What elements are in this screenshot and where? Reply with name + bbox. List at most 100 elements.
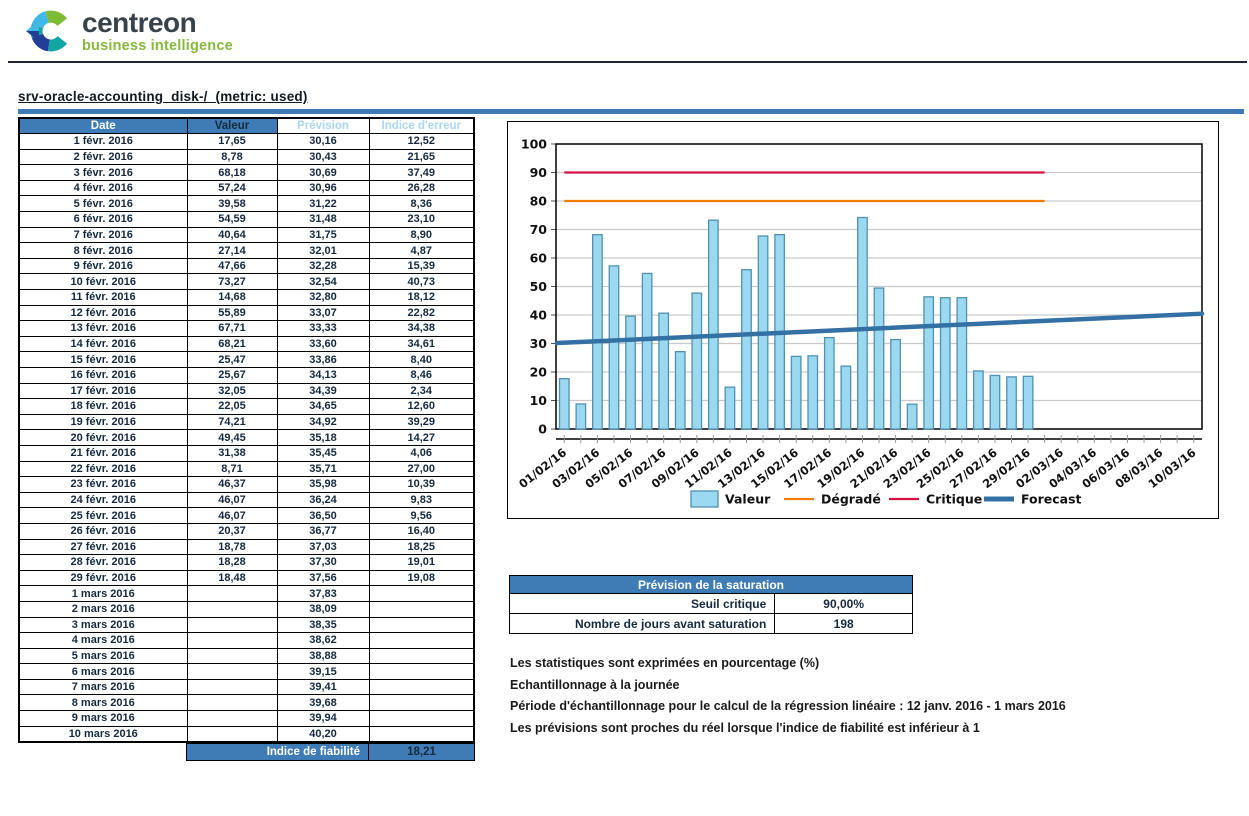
legend-label: Forecast: [1021, 492, 1082, 507]
table-row: 24 févr. 201646,0736,249,83: [19, 492, 474, 508]
table-row: 2 févr. 20168,7830,4321,65: [19, 149, 474, 165]
cell-date: 23 févr. 2016: [19, 477, 187, 493]
cell-date: 17 févr. 2016: [19, 383, 187, 399]
cell-valeur: 49,45: [187, 430, 277, 446]
table-row: 14 févr. 201668,2133,6034,61: [19, 336, 474, 352]
cell-erreur: 40,73: [369, 274, 474, 290]
table-row: 9 mars 201639,94: [19, 711, 474, 727]
cell-prevision: 40,20: [277, 726, 369, 742]
cell-valeur: 18,78: [187, 539, 277, 555]
cell-date: 4 févr. 2016: [19, 180, 187, 196]
cell-prevision: 34,39: [277, 383, 369, 399]
value-bar: [891, 340, 901, 429]
value-bar: [924, 297, 934, 429]
cell-prevision: 33,07: [277, 305, 369, 321]
cell-prevision: 39,41: [277, 679, 369, 695]
col-header-date: Date: [19, 118, 187, 134]
cell-valeur: 8,71: [187, 461, 277, 477]
cell-valeur: 22,05: [187, 399, 277, 415]
cell-date: 7 févr. 2016: [19, 227, 187, 243]
cell-date: 9 févr. 2016: [19, 258, 187, 274]
table-row: 18 févr. 201622,0534,6512,60: [19, 399, 474, 415]
saturation-table: Prévision de la saturation Seuil critiqu…: [509, 575, 913, 634]
cell-valeur: [187, 617, 277, 633]
table-row: 26 févr. 201620,3736,7716,40: [19, 523, 474, 539]
table-row: 10 mars 201640,20: [19, 726, 474, 742]
cell-erreur: [369, 695, 474, 711]
cell-date: 20 févr. 2016: [19, 430, 187, 446]
value-bar: [742, 270, 752, 429]
table-row: 23 févr. 201646,3735,9810,39: [19, 477, 474, 493]
cell-erreur: 10,39: [369, 477, 474, 493]
cell-date: 21 févr. 2016: [19, 445, 187, 461]
cell-valeur: 46,07: [187, 508, 277, 524]
cell-date: 7 mars 2016: [19, 679, 187, 695]
report-body: Date Valeur Prévision Indice d'erreur 1 …: [18, 117, 1244, 816]
cell-erreur: [369, 648, 474, 664]
cell-prevision: 34,65: [277, 399, 369, 415]
cell-valeur: [187, 633, 277, 649]
value-bar: [990, 375, 1000, 429]
table-row: 8 févr. 201627,1432,014,87: [19, 243, 474, 259]
value-bar: [675, 352, 685, 429]
cell-valeur: 8,78: [187, 149, 277, 165]
value-bar: [609, 266, 619, 429]
cell-erreur: 22,82: [369, 305, 474, 321]
cell-erreur: 15,39: [369, 258, 474, 274]
y-axis-label: 70: [530, 222, 548, 237]
cell-date: 16 févr. 2016: [19, 368, 187, 384]
cell-prevision: 35,71: [277, 461, 369, 477]
cell-erreur: [369, 617, 474, 633]
cell-valeur: 57,24: [187, 180, 277, 196]
cell-erreur: 16,40: [369, 523, 474, 539]
col-header-erreur: Indice d'erreur: [369, 118, 474, 134]
cell-date: 2 févr. 2016: [19, 149, 187, 165]
y-axis-label: 30: [530, 336, 548, 351]
cell-erreur: [369, 586, 474, 602]
cell-date: 29 févr. 2016: [19, 570, 187, 586]
cell-date: 2 mars 2016: [19, 601, 187, 617]
table-row: Seuil critique 90,00%: [510, 594, 913, 614]
cell-prevision: 30,16: [277, 134, 369, 150]
cell-valeur: 18,48: [187, 570, 277, 586]
value-bar: [692, 293, 702, 429]
cell-erreur: [369, 726, 474, 742]
value-bar: [941, 298, 951, 429]
col-header-prevision: Prévision: [277, 118, 369, 134]
cell-valeur: 25,47: [187, 352, 277, 368]
cell-erreur: 9,83: [369, 492, 474, 508]
table-row: 16 févr. 201625,6734,138,46: [19, 368, 474, 384]
note-line: Echantillonnage à la journée: [510, 675, 1230, 697]
cell-erreur: 8,36: [369, 196, 474, 212]
table-row: 13 févr. 201667,7133,3334,38: [19, 321, 474, 337]
table-row: 25 févr. 201646,0736,509,56: [19, 508, 474, 524]
value-bar: [560, 379, 570, 429]
cell-prevision: 32,54: [277, 274, 369, 290]
cell-valeur: [187, 726, 277, 742]
legend-label: Dégradé: [821, 492, 881, 507]
cell-valeur: 67,71: [187, 321, 277, 337]
value-bar: [791, 356, 801, 429]
cell-prevision: 35,98: [277, 477, 369, 493]
cell-erreur: 19,01: [369, 555, 474, 571]
cell-erreur: 4,06: [369, 445, 474, 461]
cell-erreur: 12,60: [369, 399, 474, 415]
cell-erreur: 21,65: [369, 149, 474, 165]
cell-prevision: 39,68: [277, 695, 369, 711]
y-axis-label: 0: [538, 422, 547, 437]
cell-prevision: 30,69: [277, 165, 369, 181]
cell-erreur: 34,61: [369, 336, 474, 352]
forecast-chart: 010203040506070809010001/02/1603/02/1605…: [507, 121, 1219, 519]
cell-erreur: [369, 679, 474, 695]
cell-erreur: 37,49: [369, 165, 474, 181]
table-row: 12 févr. 201655,8933,0722,82: [19, 305, 474, 321]
table-row: 1 févr. 201617,6530,1612,52: [19, 134, 474, 150]
cell-prevision: 31,75: [277, 227, 369, 243]
days-before-saturation-value: 198: [775, 614, 913, 634]
cell-prevision: 32,28: [277, 258, 369, 274]
days-before-saturation-label: Nombre de jours avant saturation: [510, 614, 775, 634]
cell-valeur: 32,05: [187, 383, 277, 399]
cell-erreur: 26,28: [369, 180, 474, 196]
title-block: srv-oracle-accounting disk-/ (metric: us…: [18, 88, 1244, 114]
table-row: 29 févr. 201618,4837,5619,08: [19, 570, 474, 586]
